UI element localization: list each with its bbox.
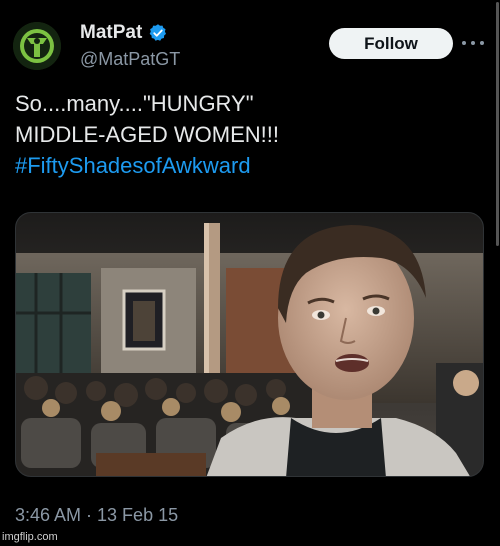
author-handle[interactable]: @MatPatGT xyxy=(80,49,180,70)
tweet-text: So....many...."HUNGRY" MIDDLE-AGED WOMEN… xyxy=(15,88,485,181)
tweet-photo[interactable] xyxy=(15,212,484,477)
imgflip-watermark: imgflip.com xyxy=(2,531,58,543)
author-name-row[interactable]: MatPat xyxy=(80,22,168,44)
scrollbar[interactable] xyxy=(494,0,500,248)
follow-button[interactable]: Follow xyxy=(329,28,453,59)
tweet-text-line-1: So....many...."HUNGRY" xyxy=(15,91,254,116)
author-avatar[interactable] xyxy=(13,22,61,70)
selfie-photo-image xyxy=(16,213,483,476)
tweet-screenshot: MatPat @MatPatGT Follow So....many...."H… xyxy=(0,0,500,546)
tweet-text-line-2: MIDDLE-AGED WOMEN!!! xyxy=(15,122,280,147)
verified-badge-icon xyxy=(149,24,167,41)
game-theory-logo-icon xyxy=(13,22,61,70)
hashtag-link[interactable]: #FiftyShadesofAwkward xyxy=(15,150,485,181)
author-display-name[interactable]: MatPat xyxy=(80,22,142,44)
more-options-icon[interactable] xyxy=(462,36,484,50)
tweet-timestamp[interactable]: 3:46 AM · 13 Feb 15 xyxy=(15,505,178,526)
